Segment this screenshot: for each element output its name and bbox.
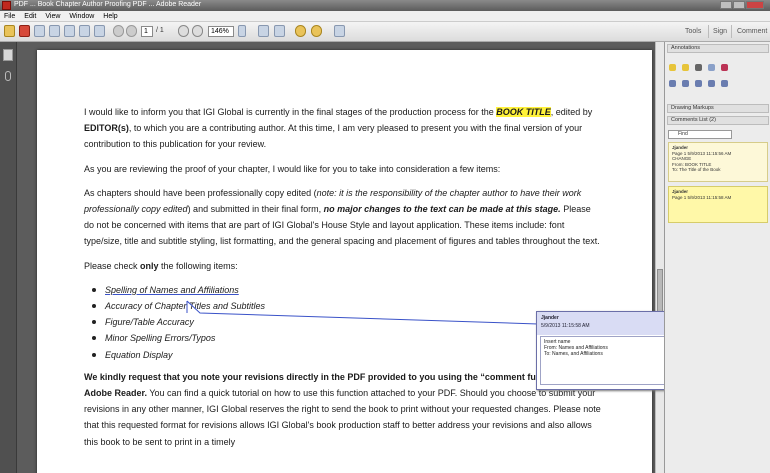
create-pdf-icon[interactable] <box>19 25 30 37</box>
copyedit-mid: ) and submitted in their final form, <box>187 204 324 215</box>
popup-line: To: Names, and Affiliations <box>544 351 603 357</box>
stamp-tool-icon[interactable] <box>721 64 728 71</box>
comment-pane-link[interactable]: Comment <box>733 25 770 38</box>
intro-prefix: I would like to inform you that IGI Glob… <box>84 107 494 117</box>
annotations-header[interactable]: Annotations <box>667 44 769 53</box>
adobe-reader-icon <box>2 1 11 10</box>
menu-window[interactable]: Window <box>69 11 94 21</box>
title-bar: PDF ... Book Chapter Author Proofing PDF… <box>0 0 770 11</box>
underline-icon[interactable] <box>708 80 715 87</box>
check-post: the following items: <box>158 260 238 271</box>
save-icon[interactable] <box>64 25 75 37</box>
sticky-note-icon[interactable] <box>295 25 306 37</box>
zoom-input[interactable]: 146% <box>208 26 234 37</box>
sticky-note-tool-icon[interactable] <box>669 64 676 71</box>
document-text: I would like to inform you that IGI Glob… <box>84 104 602 458</box>
vertical-scrollbar[interactable] <box>655 42 664 473</box>
open-folder-icon[interactable] <box>4 25 15 37</box>
document-canvas[interactable]: I would like to inform you that IGI Glob… <box>17 42 664 473</box>
comment-popup[interactable]: Jjander 5/9/2013 11:15:58 AM Insert name… <box>536 311 683 390</box>
zoom-out-icon[interactable] <box>178 25 189 37</box>
sign-pane-link[interactable]: Sign <box>708 25 733 38</box>
paragraph-review: As you are reviewing the proof of your c… <box>84 163 501 174</box>
comment-popup-author: Jjander <box>541 315 559 321</box>
check-bold: only <box>140 260 159 271</box>
toolbar: 1 / 1 146% Tools Sign Comment <box>0 22 770 42</box>
next-page-icon[interactable] <box>126 25 137 37</box>
menu-bar: File Edit View Window Help <box>0 11 770 22</box>
email-icon[interactable] <box>94 25 105 37</box>
page-thumbnails-icon[interactable] <box>3 49 13 61</box>
comment-line: To: The Title of the Book <box>672 167 721 173</box>
minimize-button[interactable] <box>720 1 732 9</box>
fit-page-icon[interactable] <box>274 25 285 37</box>
comment-popup-header: Jjander 5/9/2013 11:15:58 AM <box>537 312 682 335</box>
markup-tools-row <box>669 80 728 87</box>
expand-icon[interactable] <box>334 25 345 37</box>
comment-date: Page 1 5/9/2013 11:15:58 AM <box>672 194 732 200</box>
prev-page-icon[interactable] <box>113 25 124 37</box>
page-total: / 1 <box>156 27 164 34</box>
zoom-dropdown-icon[interactable] <box>238 25 246 37</box>
window-title: PDF ... Book Chapter Author Proofing PDF… <box>14 1 202 8</box>
comments-list-header[interactable]: Comments List (2) <box>667 116 769 125</box>
list-item: Figure/Table Accuracy <box>91 314 602 330</box>
menu-help[interactable]: Help <box>103 11 117 21</box>
close-button[interactable] <box>746 1 764 9</box>
menu-file[interactable]: File <box>4 11 15 21</box>
share-icon[interactable] <box>49 25 60 37</box>
comment-popup-date: 5/9/2013 11:15:58 AM <box>541 323 590 329</box>
text-tool-icon[interactable] <box>695 64 702 71</box>
page-number-input[interactable]: 1 <box>141 26 153 37</box>
copyedit-lead: As chapters should have been professiona… <box>84 187 317 198</box>
comment-item[interactable]: Jjander Page 1 5/9/2013 11:15:56 AM CHAN… <box>668 142 768 182</box>
drawing-markups-header[interactable]: Drawing Markups <box>667 104 769 113</box>
window-controls <box>720 1 764 9</box>
pdf-page: I would like to inform you that IGI Glob… <box>37 50 652 473</box>
comment-popup-textarea[interactable]: Insert name From: Names and Affiliations… <box>540 336 679 385</box>
menu-view[interactable]: View <box>45 11 60 21</box>
text-box-icon[interactable] <box>721 80 728 87</box>
tools-pane-link[interactable]: Tools <box>681 25 705 38</box>
strikethrough-icon[interactable] <box>695 80 702 87</box>
highlight-tool-icon[interactable] <box>682 64 689 71</box>
attach-tool-icon[interactable] <box>708 64 715 71</box>
scrollbar-thumb[interactable] <box>657 269 663 315</box>
list-item: Equation Display <box>91 347 602 363</box>
paragraph-request: We kindly request that you note your rev… <box>84 369 602 450</box>
menu-edit[interactable]: Edit <box>24 11 36 21</box>
annotation-tools-row <box>669 64 728 71</box>
comment-pane: Annotations Drawing Markups Comments Lis… <box>664 42 770 473</box>
print-icon[interactable] <box>79 25 90 37</box>
intro-mid: , edited by <box>550 107 593 117</box>
insert-text-icon[interactable] <box>669 80 676 87</box>
editors-text: EDITOR(s) <box>84 123 129 134</box>
comment-item-selected[interactable]: Jjander Page 1 5/9/2013 11:15:58 AM <box>668 186 768 223</box>
list-item[interactable]: Spelling of Names and Affiliations <box>91 282 602 298</box>
paragraph-intro: I would like to inform you that IGI Glob… <box>84 104 602 153</box>
replace-text-icon[interactable] <box>682 80 689 87</box>
fit-width-icon[interactable] <box>258 25 269 37</box>
highlight-icon[interactable] <box>311 25 322 37</box>
navigation-pane <box>0 42 17 473</box>
zoom-in-icon[interactable] <box>192 25 203 37</box>
book-title-highlight[interactable]: BOOK TITLE <box>496 107 551 117</box>
paragraph-copyedit: As chapters should have been professiona… <box>84 185 602 250</box>
check-pre: Please check <box>84 260 141 271</box>
list-item: Minor Spelling Errors/Typos <box>91 330 602 346</box>
paragraph-check: Please check only the following items: <box>84 258 602 274</box>
attachments-icon[interactable] <box>5 71 11 81</box>
maximize-button[interactable] <box>733 1 745 9</box>
copyedit-warning: no major changes to the text can be made… <box>323 204 561 215</box>
find-comment-input[interactable]: Find <box>668 130 732 139</box>
check-list: Spelling of Names and Affiliations Accur… <box>91 282 602 363</box>
edit-icon[interactable] <box>34 25 45 37</box>
request-rest: You can find a quick tutorial on how to … <box>84 388 601 447</box>
intro-suffix: , to which you are a contributing author… <box>84 123 583 150</box>
list-item: Accuracy of Chapter Titles and Subtitles <box>91 298 602 314</box>
